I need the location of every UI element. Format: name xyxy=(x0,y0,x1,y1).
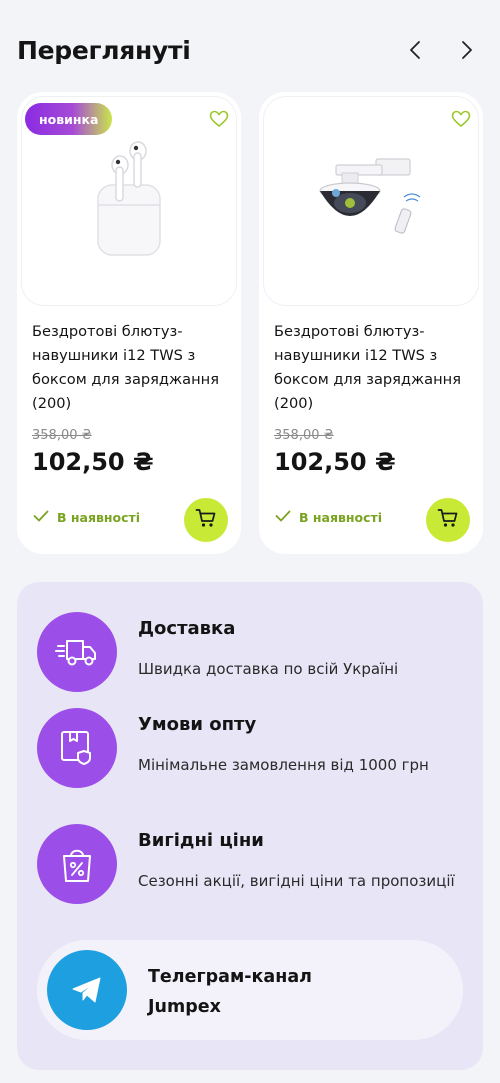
feature-title: Вигідні ціни xyxy=(138,830,264,851)
cart-icon xyxy=(437,508,459,532)
telegram-label: Телеграм-канал Jumpex xyxy=(148,967,312,1017)
airpods-case-image xyxy=(97,141,161,256)
new-badge: новинка xyxy=(25,103,113,135)
old-price: 358,00 ₴ xyxy=(274,428,334,443)
benefits-panel: Доставка Швидка доставка по всій Україні… xyxy=(17,582,483,1070)
chevron-right-icon[interactable] xyxy=(457,40,477,60)
feature-description: Мінімальне замовлення від 1000 грн xyxy=(138,756,429,774)
product-title[interactable]: Бездротові блютуз-навушники i12 TWS з бо… xyxy=(274,320,474,416)
section-title: Переглянуті xyxy=(17,35,191,65)
add-to-cart-button[interactable] xyxy=(426,498,470,542)
stock-label: В наявності xyxy=(57,510,141,525)
add-to-cart-button[interactable] xyxy=(184,498,228,542)
telegram-channel-button[interactable]: Телеграм-канал Jumpex xyxy=(37,940,463,1040)
heart-icon[interactable] xyxy=(451,110,471,130)
delivery-truck-icon xyxy=(37,612,117,692)
price: 102,50 ₴ xyxy=(32,448,154,476)
dome-camera-image xyxy=(319,158,421,234)
cart-icon xyxy=(195,508,217,532)
chevron-left-icon[interactable] xyxy=(405,40,425,60)
feature-description: Швидка доставка по всій Україні xyxy=(138,660,399,678)
feature-title: Умови опту xyxy=(138,714,257,735)
telegram-icon xyxy=(47,950,127,1030)
viewed-section-header: Переглянуті xyxy=(17,30,483,70)
product-carousel: новинка Бездротові блютуз-навушники i12 … xyxy=(17,92,483,554)
product-image[interactable] xyxy=(264,97,478,305)
product-card[interactable]: Бездротові блютуз-навушники i12 TWS з бо… xyxy=(259,92,483,554)
feature-description: Сезонні акції, вигідні ціни та пропозиці… xyxy=(138,872,455,890)
discount-bag-icon xyxy=(37,824,117,904)
feature-title: Доставка xyxy=(138,618,236,639)
product-title[interactable]: Бездротові блютуз-навушники i12 TWS з бо… xyxy=(32,320,232,416)
product-card[interactable]: новинка Бездротові блютуз-навушники i12 … xyxy=(17,92,241,554)
price: 102,50 ₴ xyxy=(274,448,396,476)
stock-status: В наявності xyxy=(275,510,382,525)
heart-icon[interactable] xyxy=(209,110,229,130)
wholesale-box-icon xyxy=(37,708,117,788)
checkmark-icon xyxy=(33,510,49,525)
checkmark-icon xyxy=(275,510,291,525)
carousel-arrows xyxy=(405,40,483,60)
old-price: 358,00 ₴ xyxy=(32,428,92,443)
stock-status: В наявності xyxy=(33,510,140,525)
stock-label: В наявності xyxy=(299,510,383,525)
